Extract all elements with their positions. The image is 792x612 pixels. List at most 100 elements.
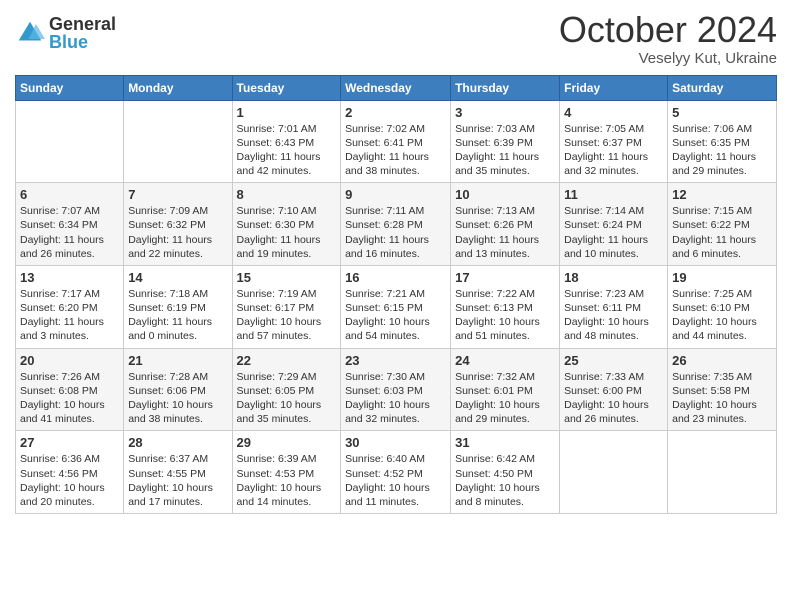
day-number: 1 bbox=[237, 105, 337, 120]
calendar-cell: 18 Sunrise: 7:23 AM Sunset: 6:11 PM Dayli… bbox=[560, 265, 668, 348]
day-number: 3 bbox=[455, 105, 555, 120]
header-day-tuesday: Tuesday bbox=[232, 75, 341, 100]
day-number: 14 bbox=[128, 270, 227, 285]
day-number: 10 bbox=[455, 187, 555, 202]
calendar-cell: 15Sunrise: 7:19 AM Sunset: 6:17 PM Dayli… bbox=[232, 265, 341, 348]
calendar-cell: 19 Sunrise: 7:25 AM Sunset: 6:10 PM Dayli… bbox=[668, 265, 777, 348]
calendar-cell bbox=[560, 431, 668, 514]
day-number: 9 bbox=[345, 187, 446, 202]
day-number: 2 bbox=[345, 105, 446, 120]
day-number: 13 bbox=[20, 270, 119, 285]
header-day-monday: Monday bbox=[124, 75, 232, 100]
calendar-cell: 23 Sunrise: 7:30 AM Sunset: 6:03 PM Dayli… bbox=[341, 348, 451, 431]
day-info: Sunrise: 6:37 AM Sunset: 4:55 PM Dayligh… bbox=[128, 452, 227, 509]
calendar-cell: 20 Sunrise: 7:26 AM Sunset: 6:08 PM Dayli… bbox=[16, 348, 124, 431]
day-info: Sunrise: 7:03 AM Sunset: 6:39 PM Dayligh… bbox=[455, 122, 555, 179]
calendar-cell: 22Sunrise: 7:29 AM Sunset: 6:05 PM Dayli… bbox=[232, 348, 341, 431]
day-number: 27 bbox=[20, 435, 119, 450]
calendar-cell: 4Sunrise: 7:05 AM Sunset: 6:37 PM Daylig… bbox=[560, 100, 668, 183]
calendar-cell: 26 Sunrise: 7:35 AM Sunset: 5:58 PM Dayli… bbox=[668, 348, 777, 431]
calendar-table: SundayMondayTuesdayWednesdayThursdayFrid… bbox=[15, 75, 777, 514]
calendar-cell: 17 Sunrise: 7:22 AM Sunset: 6:13 PM Dayli… bbox=[451, 265, 560, 348]
day-number: 23 bbox=[345, 353, 446, 368]
month-title: October 2024 bbox=[559, 10, 777, 50]
calendar-cell: 27Sunrise: 6:36 AM Sunset: 4:56 PM Dayli… bbox=[16, 431, 124, 514]
logo-text: General Blue bbox=[49, 15, 116, 51]
day-info: Sunrise: 7:28 AM Sunset: 6:06 PM Dayligh… bbox=[128, 370, 227, 427]
calendar-cell: 28 Sunrise: 6:37 AM Sunset: 4:55 PM Dayli… bbox=[124, 431, 232, 514]
calendar-cell: 21 Sunrise: 7:28 AM Sunset: 6:06 PM Dayli… bbox=[124, 348, 232, 431]
day-info: Sunrise: 7:21 AM Sunset: 6:15 PM Dayligh… bbox=[345, 287, 446, 344]
title-area: October 2024 Veselyy Kut, Ukraine bbox=[559, 10, 777, 67]
calendar-cell: 6Sunrise: 7:07 AM Sunset: 6:34 PM Daylig… bbox=[16, 183, 124, 266]
day-info: Sunrise: 7:06 AM Sunset: 6:35 PM Dayligh… bbox=[672, 122, 772, 179]
calendar-cell: 24Sunrise: 7:32 AM Sunset: 6:01 PM Dayli… bbox=[451, 348, 560, 431]
day-info: Sunrise: 7:26 AM Sunset: 6:08 PM Dayligh… bbox=[20, 370, 119, 427]
page: General Blue October 2024 Veselyy Kut, U… bbox=[0, 0, 792, 612]
day-info: Sunrise: 7:35 AM Sunset: 5:58 PM Dayligh… bbox=[672, 370, 772, 427]
calendar-cell: 10Sunrise: 7:13 AM Sunset: 6:26 PM Dayli… bbox=[451, 183, 560, 266]
day-number: 30 bbox=[345, 435, 446, 450]
day-number: 19 bbox=[672, 270, 772, 285]
calendar-cell: 12 Sunrise: 7:15 AM Sunset: 6:22 PM Dayli… bbox=[668, 183, 777, 266]
day-info: Sunrise: 7:15 AM Sunset: 6:22 PM Dayligh… bbox=[672, 204, 772, 261]
calendar-cell bbox=[668, 431, 777, 514]
calendar-cell: 14Sunrise: 7:18 AM Sunset: 6:19 PM Dayli… bbox=[124, 265, 232, 348]
day-number: 20 bbox=[20, 353, 119, 368]
location: Veselyy Kut, Ukraine bbox=[559, 50, 777, 67]
day-info: Sunrise: 7:14 AM Sunset: 6:24 PM Dayligh… bbox=[564, 204, 663, 261]
calendar-body: 1 Sunrise: 7:01 AM Sunset: 6:43 PM Daylig… bbox=[16, 100, 777, 513]
calendar-cell: 1 Sunrise: 7:01 AM Sunset: 6:43 PM Daylig… bbox=[232, 100, 341, 183]
day-info: Sunrise: 7:17 AM Sunset: 6:20 PM Dayligh… bbox=[20, 287, 119, 344]
day-number: 18 bbox=[564, 270, 663, 285]
day-info: Sunrise: 7:22 AM Sunset: 6:13 PM Dayligh… bbox=[455, 287, 555, 344]
day-number: 28 bbox=[128, 435, 227, 450]
calendar-cell: 9 Sunrise: 7:11 AM Sunset: 6:28 PM Daylig… bbox=[341, 183, 451, 266]
logo-icon bbox=[15, 18, 45, 48]
calendar-week-2: 6Sunrise: 7:07 AM Sunset: 6:34 PM Daylig… bbox=[16, 183, 777, 266]
header-day-wednesday: Wednesday bbox=[341, 75, 451, 100]
day-number: 4 bbox=[564, 105, 663, 120]
day-info: Sunrise: 7:02 AM Sunset: 6:41 PM Dayligh… bbox=[345, 122, 446, 179]
day-info: Sunrise: 7:11 AM Sunset: 6:28 PM Dayligh… bbox=[345, 204, 446, 261]
day-number: 15 bbox=[237, 270, 337, 285]
day-info: Sunrise: 6:42 AM Sunset: 4:50 PM Dayligh… bbox=[455, 452, 555, 509]
calendar-cell: 29Sunrise: 6:39 AM Sunset: 4:53 PM Dayli… bbox=[232, 431, 341, 514]
calendar-cell: 31 Sunrise: 6:42 AM Sunset: 4:50 PM Dayli… bbox=[451, 431, 560, 514]
calendar-cell: 30 Sunrise: 6:40 AM Sunset: 4:52 PM Dayli… bbox=[341, 431, 451, 514]
day-info: Sunrise: 7:09 AM Sunset: 6:32 PM Dayligh… bbox=[128, 204, 227, 261]
calendar-week-1: 1 Sunrise: 7:01 AM Sunset: 6:43 PM Daylig… bbox=[16, 100, 777, 183]
day-number: 5 bbox=[672, 105, 772, 120]
header-day-saturday: Saturday bbox=[668, 75, 777, 100]
calendar-cell: 8Sunrise: 7:10 AM Sunset: 6:30 PM Daylig… bbox=[232, 183, 341, 266]
logo: General Blue bbox=[15, 15, 116, 51]
day-number: 11 bbox=[564, 187, 663, 202]
day-info: Sunrise: 7:30 AM Sunset: 6:03 PM Dayligh… bbox=[345, 370, 446, 427]
calendar-week-3: 13 Sunrise: 7:17 AM Sunset: 6:20 PM Dayli… bbox=[16, 265, 777, 348]
day-number: 22 bbox=[237, 353, 337, 368]
day-info: Sunrise: 7:33 AM Sunset: 6:00 PM Dayligh… bbox=[564, 370, 663, 427]
day-number: 31 bbox=[455, 435, 555, 450]
calendar-week-5: 27Sunrise: 6:36 AM Sunset: 4:56 PM Dayli… bbox=[16, 431, 777, 514]
day-info: Sunrise: 6:40 AM Sunset: 4:52 PM Dayligh… bbox=[345, 452, 446, 509]
day-number: 24 bbox=[455, 353, 555, 368]
day-info: Sunrise: 7:23 AM Sunset: 6:11 PM Dayligh… bbox=[564, 287, 663, 344]
calendar-cell: 7 Sunrise: 7:09 AM Sunset: 6:32 PM Daylig… bbox=[124, 183, 232, 266]
header-day-sunday: Sunday bbox=[16, 75, 124, 100]
day-info: Sunrise: 7:25 AM Sunset: 6:10 PM Dayligh… bbox=[672, 287, 772, 344]
day-info: Sunrise: 7:01 AM Sunset: 6:43 PM Dayligh… bbox=[237, 122, 337, 179]
calendar-cell: 25 Sunrise: 7:33 AM Sunset: 6:00 PM Dayli… bbox=[560, 348, 668, 431]
logo-general: General bbox=[49, 15, 116, 33]
calendar-cell bbox=[16, 100, 124, 183]
day-number: 7 bbox=[128, 187, 227, 202]
calendar-cell bbox=[124, 100, 232, 183]
calendar-cell: 5 Sunrise: 7:06 AM Sunset: 6:35 PM Daylig… bbox=[668, 100, 777, 183]
day-number: 26 bbox=[672, 353, 772, 368]
day-number: 17 bbox=[455, 270, 555, 285]
day-info: Sunrise: 7:10 AM Sunset: 6:30 PM Dayligh… bbox=[237, 204, 337, 261]
calendar-header: SundayMondayTuesdayWednesdayThursdayFrid… bbox=[16, 75, 777, 100]
day-number: 21 bbox=[128, 353, 227, 368]
calendar-cell: 2 Sunrise: 7:02 AM Sunset: 6:41 PM Daylig… bbox=[341, 100, 451, 183]
day-number: 12 bbox=[672, 187, 772, 202]
day-number: 25 bbox=[564, 353, 663, 368]
